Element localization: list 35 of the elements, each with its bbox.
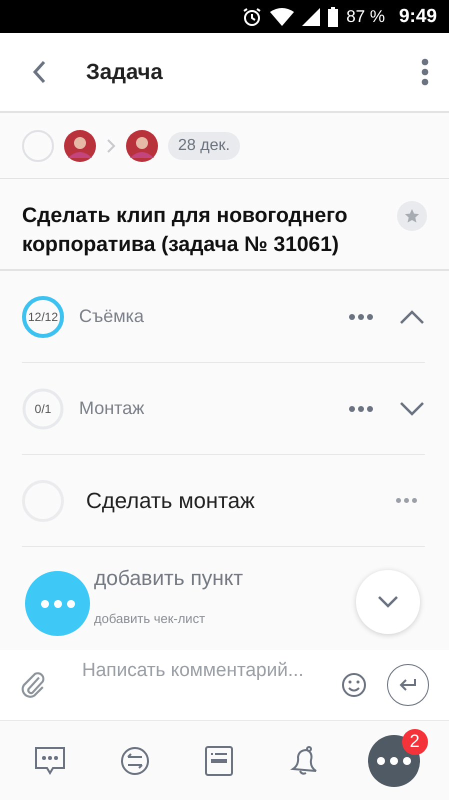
progress-count: 12/12 — [26, 308, 60, 326]
task-title: Сделать клип для новогоднего корпоратива (задача № 31061) — [22, 203, 348, 258]
menu-icon[interactable] — [421, 58, 429, 86]
avatar — [64, 130, 96, 162]
back-icon — [32, 60, 46, 84]
comment-field[interactable]: Написать комментарий... — [82, 659, 341, 711]
star-button[interactable] — [397, 201, 427, 231]
notification-badge: 2 — [402, 728, 428, 754]
comment-bar[interactable]: Написать комментарий... — [0, 650, 449, 720]
checklist-item: Сделать монтаж — [86, 488, 256, 514]
add-item-link[interactable]: добавить пункт — [94, 567, 243, 591]
clock-time: 9:49 — [398, 6, 437, 28]
signal-icon — [302, 8, 320, 26]
checklist-name[interactable]: Съёмка — [79, 306, 345, 327]
battery-icon — [328, 6, 338, 26]
paperclip-icon[interactable] — [20, 670, 46, 700]
battery-percent: 87 % — [346, 6, 385, 26]
checklist-name[interactable]: Монтаж — [79, 398, 345, 419]
collapse-icon[interactable] — [399, 308, 425, 324]
enter-icon — [398, 677, 418, 693]
wifi-icon — [270, 8, 294, 26]
chevron-down-icon — [377, 595, 399, 609]
star-icon — [404, 208, 420, 224]
send-button[interactable] — [387, 664, 429, 706]
due-date-chip[interactable]: 28 дек. — [168, 132, 240, 160]
progress-count: 0/1 — [34, 400, 52, 418]
alarm-icon — [242, 6, 262, 26]
avatar — [126, 130, 158, 162]
emoji-icon[interactable] — [341, 672, 367, 698]
task-checkbox[interactable] — [22, 130, 54, 162]
chevron-icon — [106, 138, 116, 154]
screen-title: Задача — [86, 59, 164, 85]
add-checklist-link[interactable]: добавить чек-лист — [22, 611, 425, 626]
chat-icon — [33, 744, 68, 776]
expand-icon[interactable] — [399, 400, 425, 416]
